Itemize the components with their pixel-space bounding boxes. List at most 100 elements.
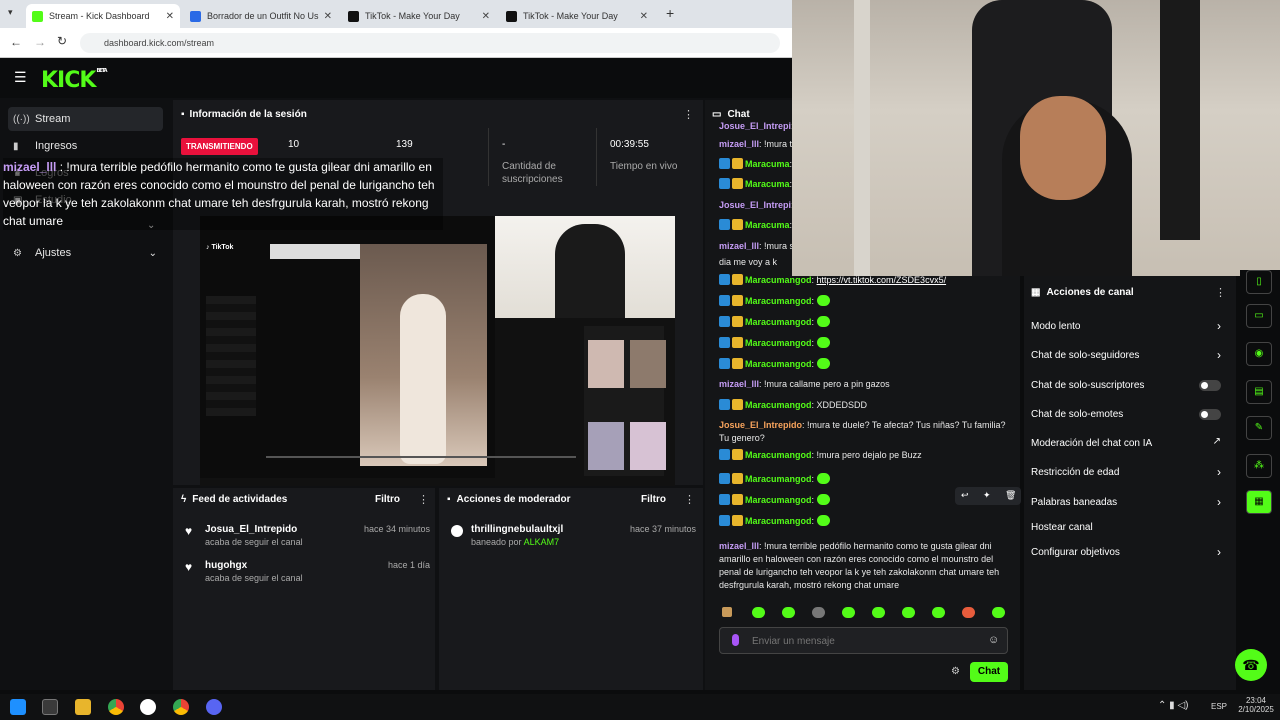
delete-icon[interactable]: 🗑 — [1005, 490, 1016, 501]
pin-icon[interactable]: ✦ — [983, 490, 991, 501]
sidebar-item-ajustes[interactable]: ⚙ Ajustes ⌄ — [8, 241, 163, 265]
rail-clip-icon[interactable]: ▯ — [1246, 270, 1272, 294]
emote-icon[interactable] — [842, 607, 855, 619]
chat-message[interactable]: Maracumangod: — [719, 473, 1009, 486]
chat-username[interactable]: Maracuma — [745, 179, 790, 189]
tab-kick-dashboard[interactable]: Stream - Kick Dashboard ✕ — [26, 4, 180, 28]
chat-message[interactable]: Maracumangod: — [719, 337, 1009, 350]
emote-icon[interactable] — [932, 607, 945, 619]
toggle-switch[interactable] — [1199, 409, 1221, 420]
hamburger-menu-icon[interactable]: ☰ — [14, 69, 27, 86]
rail-layout-icon[interactable]: ▤ — [1246, 380, 1272, 404]
sidebar-item-stream[interactable]: ((·)) Stream — [8, 107, 163, 131]
chat-username[interactable]: Maracumangod — [745, 296, 812, 306]
send-chat-button[interactable]: Chat — [970, 662, 1008, 682]
chat-message[interactable]: mizael_lll: !mura callame pero a pin gaz… — [719, 378, 1009, 391]
rail-wrench-icon[interactable]: ✎ — [1246, 416, 1272, 440]
emote-icon[interactable] — [812, 607, 825, 619]
mod-filter-button[interactable]: Filtro — [641, 494, 666, 505]
channel-action-item[interactable]: Chat de solo-emotes — [1031, 409, 1229, 420]
chat-username[interactable]: mizael_lll — [719, 241, 759, 251]
obs-icon[interactable] — [140, 699, 156, 715]
chevron-down-icon[interactable]: ⌄ — [149, 248, 157, 259]
windows-start-icon[interactable] — [10, 699, 26, 715]
language-indicator[interactable]: ESP — [1211, 702, 1227, 711]
close-tab-icon[interactable]: ✕ — [324, 11, 332, 22]
chat-input-box[interactable]: ☺ — [719, 627, 1008, 654]
chat-username[interactable]: Josue_El_Intrepi — [719, 200, 791, 210]
chevron-right-icon[interactable]: › — [1217, 545, 1221, 559]
more-options-icon[interactable]: ⋮ — [684, 493, 695, 506]
chat-username[interactable]: Maracumangod — [745, 317, 812, 327]
chat-message[interactable]: Maracumangod: — [719, 358, 1009, 371]
chat-message[interactable]: Maracumangod: XDDEDSDD — [719, 399, 1009, 412]
channel-action-item[interactable]: Moderación del chat con IA ↗ — [1031, 436, 1229, 449]
stream-preview[interactable]: ♪ TikTok — [200, 216, 675, 486]
emote-icon[interactable] — [992, 607, 1005, 619]
tray-icons[interactable]: ⌃ ▮ ◁) — [1158, 700, 1188, 711]
chat-message-input[interactable] — [752, 633, 982, 649]
chat-message[interactable]: Maracumangod: — [719, 515, 1009, 528]
external-link-icon[interactable]: ↗ — [1213, 436, 1221, 447]
more-options-icon[interactable]: ⋮ — [683, 108, 694, 121]
activity-filter-button[interactable]: Filtro — [375, 494, 400, 505]
close-tab-icon[interactable]: ✕ — [482, 11, 490, 22]
emote-icon[interactable] — [962, 607, 975, 619]
new-tab-icon[interactable]: + — [666, 5, 674, 21]
more-options-icon[interactable]: ⋮ — [1215, 286, 1226, 299]
kick-logo[interactable]: KICKBETA — [41, 68, 108, 93]
channel-action-item[interactable]: Modo lento › — [1031, 319, 1229, 333]
forward-icon[interactable]: → — [34, 35, 46, 49]
chevron-right-icon[interactable]: › — [1217, 348, 1221, 362]
chat-username[interactable]: Maracumangod — [745, 338, 812, 348]
chevron-right-icon[interactable]: › — [1217, 465, 1221, 479]
rail-broadcast-icon[interactable]: ◉ — [1246, 342, 1272, 366]
chat-username[interactable]: Maracuma — [745, 220, 790, 230]
close-tab-icon[interactable]: ✕ — [166, 11, 174, 22]
tab-tiktok-1[interactable]: TikTok - Make Your Day ✕ — [342, 4, 496, 28]
back-icon[interactable]: ← — [10, 35, 22, 49]
channel-action-item[interactable]: Chat de solo-seguidores › — [1031, 348, 1229, 362]
emote-icon[interactable] — [782, 607, 795, 619]
chat-username[interactable]: Maracumangod — [745, 495, 812, 505]
emoji-picker-icon[interactable]: ☺ — [988, 634, 999, 646]
chat-link[interactable]: https://vt.tiktok.com/ZSDE3cvx5/ — [817, 275, 947, 285]
channel-action-item[interactable]: Chat de solo-suscriptores — [1031, 380, 1229, 391]
more-options-icon[interactable]: ⋮ — [418, 493, 429, 506]
chat-username[interactable]: Josue_El_Intrepido — [719, 420, 802, 430]
chat-username[interactable]: mizael_lll — [719, 139, 759, 149]
channel-action-item[interactable]: Palabras baneadas › — [1031, 495, 1229, 509]
chrome-active-icon[interactable] — [173, 699, 189, 715]
emote-icon[interactable] — [752, 607, 765, 619]
emote-icon[interactable] — [872, 607, 885, 619]
chat-username[interactable]: mizael_lll — [719, 379, 759, 389]
chat-message[interactable]: Maracumangod: !mura pero dejalo pe Buzz — [719, 449, 1009, 462]
chat-username[interactable]: Maracumangod — [745, 474, 812, 484]
reload-icon[interactable]: ↻ — [57, 34, 67, 48]
chat-username[interactable]: Maracumangod — [745, 359, 812, 369]
microphone-icon[interactable] — [732, 634, 739, 646]
sidebar-item-ingresos[interactable]: ▮ Ingresos — [8, 134, 163, 158]
toggle-switch[interactable] — [1199, 380, 1221, 391]
chat-username[interactable]: Maracumangod — [745, 400, 812, 410]
rail-chat-icon[interactable]: ▭ — [1246, 304, 1272, 328]
channel-action-item[interactable]: Hostear canal — [1031, 522, 1229, 533]
store-icon[interactable] — [42, 699, 58, 715]
close-tab-icon[interactable]: ✕ — [640, 11, 648, 22]
channel-action-item[interactable]: Restricción de edad › — [1031, 465, 1229, 479]
chat-username[interactable]: Maracumangod — [745, 275, 812, 285]
chevron-right-icon[interactable]: › — [1217, 319, 1221, 333]
rail-nodes-icon[interactable]: ⁂ — [1246, 454, 1272, 478]
chat-username[interactable]: Maracumangod — [745, 450, 812, 460]
chrome-icon[interactable] — [108, 699, 124, 715]
chat-message[interactable]: mizael_lll: !mura terrible pedófilo herm… — [719, 540, 1009, 592]
tab-borrador[interactable]: Borrador de un Outfit No Us ✕ — [184, 4, 338, 28]
emote-icon[interactable] — [722, 607, 732, 617]
support-chat-icon[interactable]: ☎ — [1235, 649, 1267, 681]
chat-username[interactable]: Josue_El_Intrepi — [719, 121, 791, 131]
chat-message[interactable]: Maracumangod: — [719, 295, 1009, 308]
url-input[interactable]: dashboard.kick.com/stream — [80, 33, 780, 53]
channel-action-item[interactable]: Configurar objetivos › — [1031, 545, 1229, 559]
clock[interactable]: 23:04 2/10/2025 — [1236, 696, 1276, 714]
chat-username[interactable]: mizael_lll — [719, 541, 759, 551]
